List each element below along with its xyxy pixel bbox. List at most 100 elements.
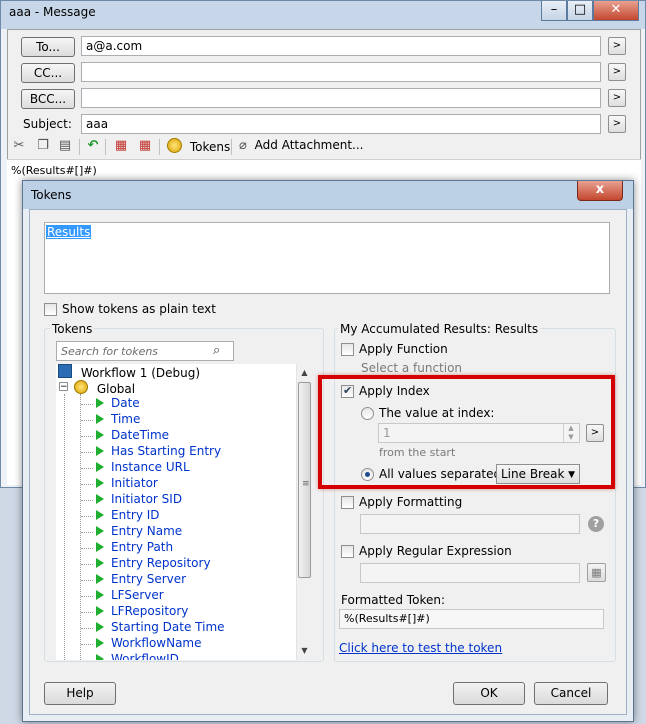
- undo-icon[interactable]: ↶: [85, 138, 101, 154]
- show-plain-text-checkbox[interactable]: [44, 303, 57, 316]
- tree-item-label: LFServer: [111, 588, 164, 602]
- tree-item[interactable]: Entry ID: [96, 508, 160, 524]
- tree-item[interactable]: Starting Date Time: [96, 620, 225, 636]
- paperclip-icon: ⌀: [239, 138, 247, 153]
- token-preview-text: Results: [46, 225, 92, 239]
- bcc-field[interactable]: [81, 88, 601, 108]
- apply-formatting-checkbox[interactable]: [341, 496, 354, 509]
- bcc-more-button[interactable]: >: [608, 89, 626, 107]
- token-play-icon: [96, 638, 104, 648]
- cc-more-button[interactable]: >: [608, 63, 626, 81]
- token-coin-icon: [167, 138, 182, 153]
- apply-formatting-label: Apply Formatting: [359, 495, 463, 509]
- token-play-icon: [96, 606, 104, 616]
- help-question-icon[interactable]: ?: [588, 516, 604, 532]
- tree-item[interactable]: Entry Name: [96, 524, 182, 540]
- apply-regex-label: Apply Regular Expression: [359, 544, 512, 558]
- insert-field-icon[interactable]: ▦: [113, 138, 129, 154]
- show-plain-text-label: Show tokens as plain text: [62, 302, 216, 316]
- token-tree[interactable]: Workflow 1 (Debug) − Global Date Time Date…: [56, 364, 312, 660]
- tree-item-label: Time: [111, 412, 141, 426]
- tree-label-workflow: Workflow 1 (Debug): [80, 366, 201, 380]
- scroll-down-arrow-icon[interactable]: ▼: [297, 646, 312, 655]
- token-preview-box[interactable]: Results: [44, 222, 610, 294]
- tree-item[interactable]: Entry Repository: [96, 556, 211, 572]
- tree-item[interactable]: LFServer: [96, 588, 164, 604]
- tree-guide-line: [81, 516, 93, 517]
- apply-regex-checkbox[interactable]: [341, 545, 354, 558]
- formatting-input[interactable]: [360, 514, 580, 534]
- tree-item[interactable]: Initiator: [96, 476, 158, 492]
- tree-item[interactable]: Entry Server: [96, 572, 186, 588]
- collapse-toggle-icon[interactable]: −: [59, 382, 68, 392]
- tree-item-label: WorkflowID: [111, 652, 179, 660]
- window-title: aaa - Message: [9, 5, 96, 19]
- to-more-button[interactable]: >: [608, 37, 626, 55]
- tokens-group-label: Tokens: [50, 322, 95, 336]
- cc-field[interactable]: [81, 62, 601, 82]
- close-button[interactable]: ✕: [593, 1, 639, 21]
- apply-function-checkbox[interactable]: [341, 343, 354, 356]
- tree-item-label: Entry Path: [111, 540, 174, 554]
- tree-node-global[interactable]: Global: [74, 380, 294, 396]
- token-search-box[interactable]: Search for tokens ⌕: [56, 341, 234, 361]
- subject-more-button[interactable]: >: [608, 115, 626, 133]
- tree-guide-line: [81, 420, 93, 421]
- tree-node-workflow[interactable]: Workflow 1 (Debug): [58, 364, 278, 380]
- tree-guide-line: [81, 404, 93, 405]
- token-play-icon: [96, 542, 104, 552]
- tree-item[interactable]: DateTime: [96, 428, 169, 444]
- tree-item[interactable]: WorkflowName: [96, 636, 202, 652]
- bcc-button[interactable]: BCC...: [21, 89, 75, 109]
- copy-icon[interactable]: ❐: [35, 138, 51, 154]
- tree-guide-line: [81, 532, 93, 533]
- tree-item[interactable]: Initiator SID: [96, 492, 182, 508]
- scroll-thumb[interactable]: ≡: [298, 382, 311, 578]
- tree-guide-line: [81, 580, 93, 581]
- tree-guide-line: [81, 612, 93, 613]
- tree-item[interactable]: Instance URL: [96, 460, 190, 476]
- tree-item[interactable]: Entry Path: [96, 540, 173, 556]
- tree-scrollbar[interactable]: ▲ ≡ ▼: [296, 364, 312, 660]
- tree-item[interactable]: Date: [96, 396, 140, 412]
- tree-guide-line: [64, 394, 65, 660]
- tree-item-label: Entry Name: [111, 524, 183, 538]
- tree-item[interactable]: Has Starting Entry: [96, 444, 221, 460]
- magnifier-icon[interactable]: ⌕: [213, 343, 220, 358]
- minimize-button[interactable]: –: [541, 1, 567, 21]
- tree-guide-line: [80, 394, 81, 660]
- token-play-icon: [96, 494, 104, 504]
- to-field[interactable]: a@a.com: [81, 36, 601, 56]
- add-attachment-button[interactable]: ⌀ Add Attachment...: [239, 138, 364, 153]
- regex-input[interactable]: [360, 563, 580, 583]
- tree-item[interactable]: Time: [96, 412, 140, 428]
- to-button[interactable]: To...: [21, 37, 75, 57]
- dialog-close-button[interactable]: x: [577, 181, 623, 201]
- cut-icon[interactable]: ✂: [11, 138, 27, 154]
- results-group-label: My Accumulated Results: Results: [338, 322, 541, 336]
- paste-icon[interactable]: ▤: [57, 138, 73, 154]
- token-play-icon: [96, 510, 104, 520]
- regex-builder-icon[interactable]: ▦: [587, 563, 606, 582]
- test-token-link[interactable]: Click here to test the token: [339, 641, 502, 655]
- cancel-button[interactable]: Cancel: [534, 682, 608, 705]
- token-play-icon: [96, 558, 104, 568]
- tokens-toolbar-button[interactable]: Tokens: [167, 138, 230, 154]
- token-play-icon: [96, 462, 104, 472]
- ok-button[interactable]: OK: [453, 682, 525, 705]
- cc-button[interactable]: CC...: [21, 63, 75, 83]
- tree-item-label: Date: [111, 396, 140, 410]
- tree-item-label: WorkflowName: [111, 636, 202, 650]
- tree-item[interactable]: WorkflowID: [96, 652, 179, 660]
- tree-guide-line: [81, 468, 93, 469]
- tree-guide-line: [81, 500, 93, 501]
- subject-field[interactable]: aaa: [81, 114, 601, 134]
- tree-guide-line: [81, 596, 93, 597]
- token-play-icon: [96, 478, 104, 488]
- tree-item[interactable]: LFRepository: [96, 604, 188, 620]
- toolbar-separator: [231, 139, 232, 155]
- maximize-button[interactable]: □: [567, 1, 593, 21]
- scroll-up-arrow-icon[interactable]: ▲: [297, 368, 312, 377]
- help-button[interactable]: Help: [44, 682, 116, 705]
- remove-field-icon[interactable]: ▦: [137, 138, 153, 154]
